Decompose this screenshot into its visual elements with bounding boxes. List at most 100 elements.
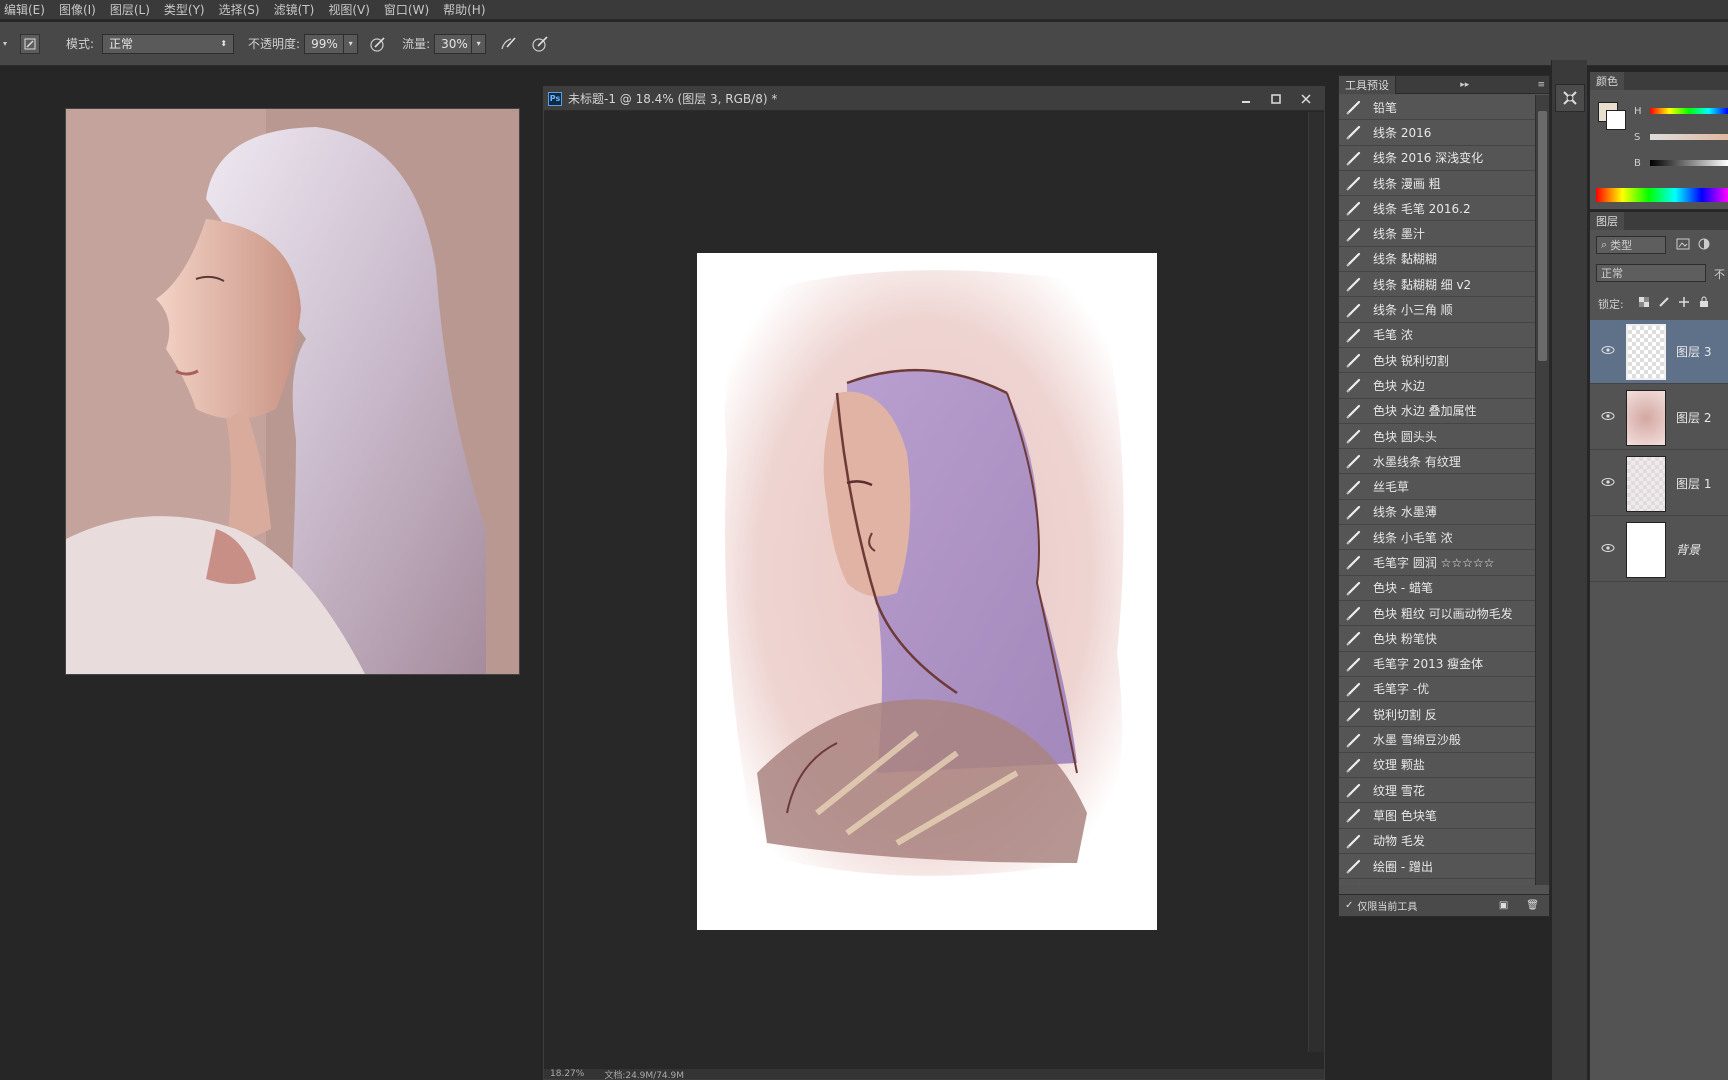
flow-input[interactable]: 30% <box>434 33 473 54</box>
tool-preset-item[interactable]: 草图 色块笔 <box>1339 803 1535 829</box>
brush-panel-toggle-icon[interactable] <box>20 33 40 54</box>
visibility-eye-icon[interactable] <box>1600 342 1616 358</box>
new-preset-icon[interactable]: ▣ <box>1499 900 1508 911</box>
tool-dropdown-arrow-icon[interactable] <box>2 34 8 54</box>
tool-preset-item[interactable]: 毛笔字 -优 <box>1339 676 1535 703</box>
lock-all-icon[interactable] <box>1698 296 1710 311</box>
tool-preset-item[interactable]: 毛笔字 2013 瘦金体 <box>1339 651 1535 677</box>
tab-color[interactable]: 颜色 <box>1590 72 1624 90</box>
menu-window[interactable]: 窗口(W) <box>384 1 429 18</box>
tool-preset-item[interactable]: 色块 粉笔快 <box>1339 626 1535 652</box>
tool-preset-item[interactable]: 色块 - 蜡笔 <box>1339 575 1535 601</box>
tool-presets-scroll-thumb[interactable] <box>1538 111 1547 361</box>
brush-icon <box>1343 577 1365 599</box>
lock-transparent-icon[interactable] <box>1638 296 1650 311</box>
tab-layers[interactable]: 图层 <box>1590 212 1624 230</box>
b-slider[interactable] <box>1650 160 1728 166</box>
tool-preset-item[interactable]: 线条 黏糊糊 细 v2 <box>1339 272 1535 298</box>
tool-preset-item[interactable]: 纹理 颗盐 <box>1339 752 1535 779</box>
tool-preset-item[interactable]: 色块 粗纹 可以画动物毛发 <box>1339 600 1535 627</box>
layer-row-2[interactable]: 图层 2 <box>1590 386 1728 450</box>
layer-row-3[interactable]: 图层 3 <box>1590 320 1728 384</box>
flow-label: 流量: <box>402 37 431 51</box>
reference-photo-image <box>66 109 519 674</box>
menu-image[interactable]: 图像(I) <box>59 1 96 18</box>
document-titlebar[interactable]: Ps 未标题-1 @ 18.4% (图层 3, RGB/8) * <box>544 87 1324 111</box>
opacity-dropdown-icon[interactable]: ▾ <box>344 33 359 54</box>
current-tool-only-checkbox[interactable]: ✓ <box>1345 900 1353 911</box>
maximize-icon[interactable] <box>1262 90 1290 108</box>
close-icon[interactable] <box>1292 90 1320 108</box>
layer-filter-select[interactable]: ⌕ 类型 <box>1596 236 1666 254</box>
airbrush-icon[interactable] <box>498 34 518 54</box>
menu-help[interactable]: 帮助(H) <box>443 1 485 18</box>
minimize-icon[interactable] <box>1232 90 1260 108</box>
status-zoom[interactable]: 18.27% <box>550 1069 584 1079</box>
tool-preset-item[interactable]: 水墨线条 有纹理 <box>1339 449 1535 475</box>
tool-preset-item[interactable]: 动物 毛发 <box>1339 828 1535 854</box>
canvas[interactable] <box>697 253 1157 930</box>
tool-preset-item[interactable]: 锐利切割 反 <box>1339 702 1535 728</box>
layer-row-background[interactable]: 背景 <box>1590 518 1728 582</box>
tool-preset-item[interactable]: 毛笔 浓 <box>1339 322 1535 348</box>
tool-preset-item[interactable]: 线条 2016 <box>1339 120 1535 146</box>
tool-preset-item[interactable]: 色块 水边 <box>1339 373 1535 399</box>
s-slider[interactable] <box>1650 134 1728 140</box>
tool-preset-item[interactable]: 线条 水墨薄 <box>1339 499 1535 526</box>
panel-menu-icon[interactable]: ≡ <box>1537 80 1549 90</box>
tool-preset-item[interactable]: 色块 水边 叠加属性 <box>1339 398 1535 424</box>
layer-row-1[interactable]: 图层 1 <box>1590 452 1728 516</box>
tool-preset-item[interactable]: 水墨 雪绵豆沙般 <box>1339 727 1535 753</box>
visibility-eye-icon[interactable] <box>1600 474 1616 490</box>
mode-value: 正常 <box>109 37 134 51</box>
tool-preset-item[interactable]: 线条 漫画 粗 <box>1339 170 1535 197</box>
tool-preset-item[interactable]: 线条 小三角 顺 <box>1339 297 1535 323</box>
filter-adjustment-icon[interactable] <box>1698 238 1710 253</box>
menu-filter[interactable]: 滤镜(T) <box>274 1 315 18</box>
opacity-value: 99% <box>311 36 338 51</box>
visibility-eye-icon[interactable] <box>1600 408 1616 424</box>
tool-preset-label: 线条 漫画 粗 <box>1373 176 1441 191</box>
tool-presets-scrollbar[interactable] <box>1535 95 1549 885</box>
tool-preset-item[interactable]: 线条 墨汁 <box>1339 221 1535 247</box>
tool-preset-item[interactable]: 线条 毛笔 2016.2 <box>1339 196 1535 222</box>
menu-layer[interactable]: 图层(L) <box>110 1 150 18</box>
delete-preset-icon[interactable]: 🗑 <box>1526 900 1539 911</box>
h-slider[interactable] <box>1650 108 1728 114</box>
color-spectrum[interactable] <box>1596 188 1728 202</box>
tab-tool-presets[interactable]: 工具预设 <box>1339 75 1396 94</box>
tool-preset-item[interactable]: 色块 圆头头 <box>1339 423 1535 450</box>
tool-preset-item[interactable]: 绘圈 - 蹭出 <box>1339 853 1535 880</box>
panel-collapse-icon[interactable]: ▸▸ <box>1460 80 1473 90</box>
tool-preset-item[interactable]: 丝毛草 <box>1339 474 1535 500</box>
tool-preset-item[interactable]: 毛笔字 圆润 ☆☆☆☆☆ <box>1339 550 1535 576</box>
mode-select[interactable]: 正常 ⬍ <box>102 33 235 54</box>
menu-select[interactable]: 选择(S) <box>219 1 260 18</box>
tool-preset-item[interactable]: 绘圈 - 蹭出 <box>1339 879 1535 885</box>
visibility-eye-icon[interactable] <box>1600 540 1616 556</box>
menu-type[interactable]: 类型(Y) <box>164 1 205 18</box>
filter-pixel-icon[interactable] <box>1676 238 1690 253</box>
lock-move-icon[interactable] <box>1678 296 1690 311</box>
document-vertical-scrollbar[interactable] <box>1308 112 1324 1052</box>
tool-preset-item[interactable]: 色块 锐利切割 <box>1339 347 1535 374</box>
tool-preset-item[interactable]: 线条 黏糊糊 <box>1339 246 1535 273</box>
background-color-swatch[interactable] <box>1606 110 1626 130</box>
tool-preset-item[interactable]: 线条 2016 深浅变化 <box>1339 145 1535 171</box>
opacity-input[interactable]: 99% <box>304 33 345 54</box>
h-label: H <box>1634 106 1642 117</box>
pressure-opacity-icon[interactable] <box>368 34 388 54</box>
tool-preset-label: 色块 粉笔快 <box>1373 631 1437 646</box>
tool-preset-item[interactable]: 纹理 雪花 <box>1339 778 1535 804</box>
tool-presets-dock-icon[interactable] <box>1555 84 1585 112</box>
brush-icon <box>1343 121 1365 143</box>
tool-preset-item[interactable]: 铅笔 <box>1339 95 1535 121</box>
tool-preset-item[interactable]: 线条 小毛笔 浓 <box>1339 525 1535 551</box>
lock-paint-icon[interactable] <box>1658 296 1670 311</box>
blend-mode-select[interactable]: 正常 <box>1596 264 1706 282</box>
pressure-size-icon[interactable] <box>530 34 550 54</box>
brush-icon <box>1343 172 1365 194</box>
flow-dropdown-icon[interactable]: ▾ <box>472 33 487 54</box>
menu-view[interactable]: 视图(V) <box>328 1 370 18</box>
menu-edit[interactable]: 编辑(E) <box>4 1 45 18</box>
